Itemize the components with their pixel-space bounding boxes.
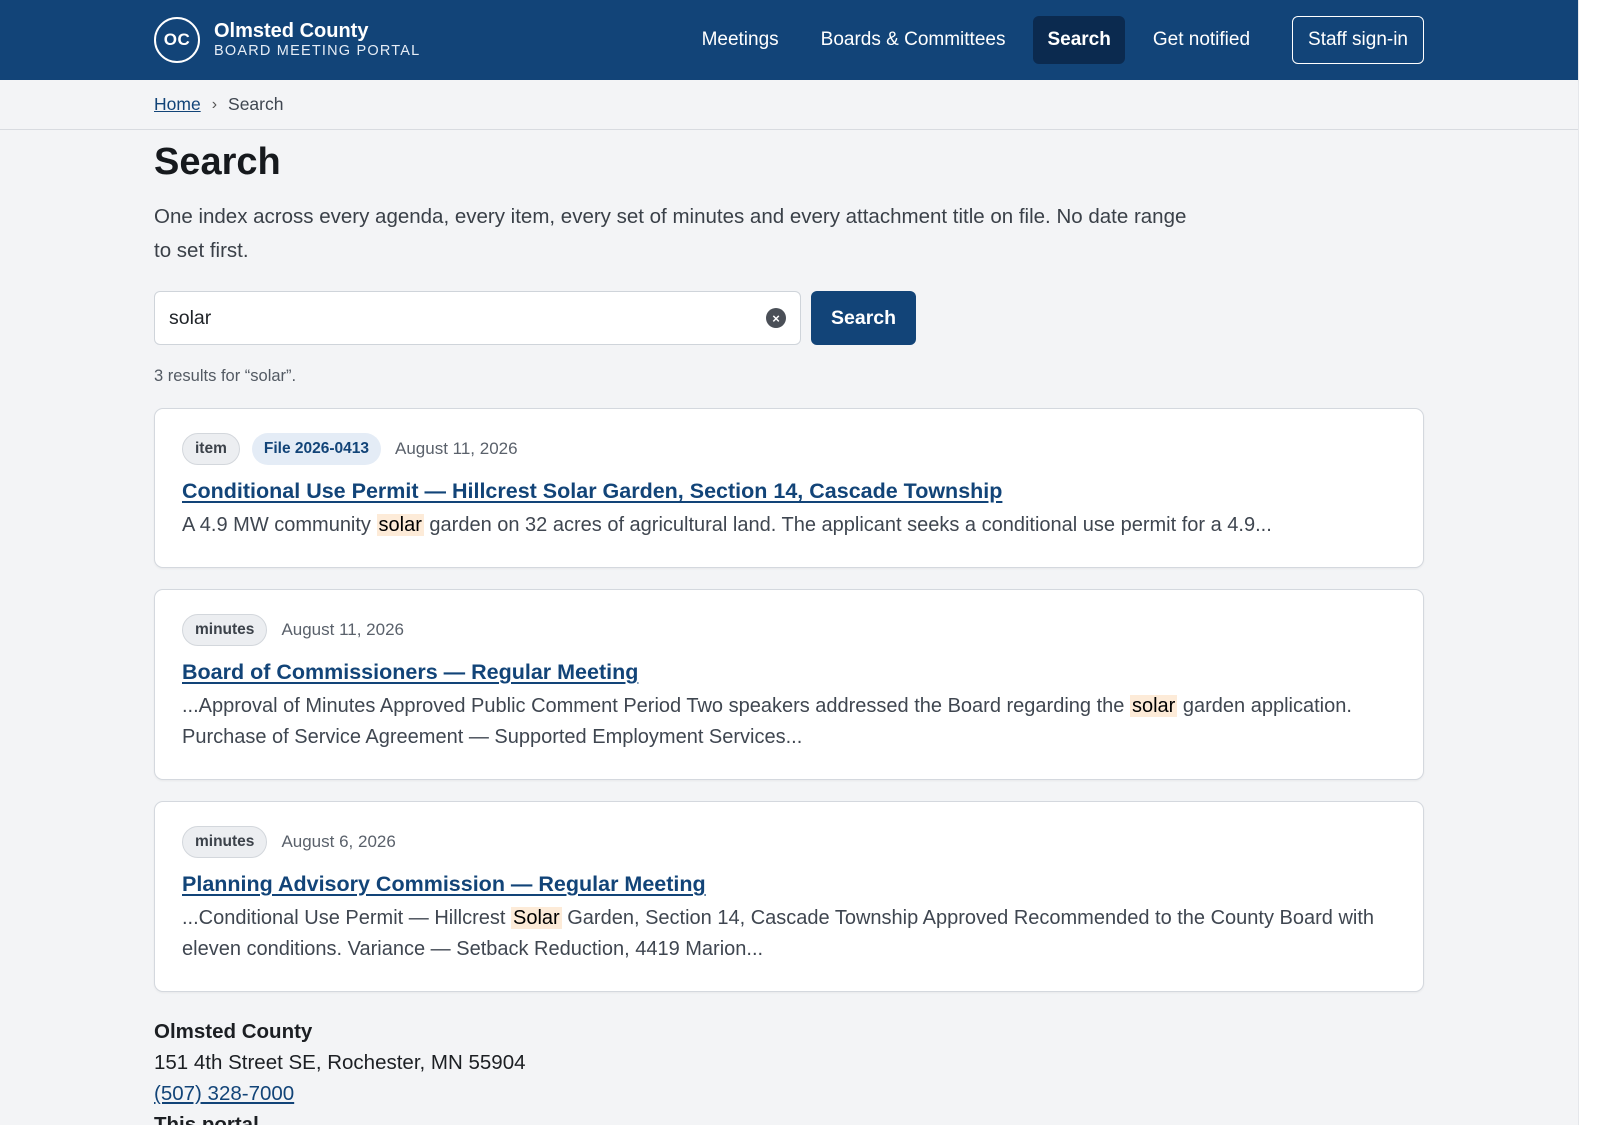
result-card: minutes August 11, 2026 Board of Commiss…	[154, 589, 1424, 780]
breadcrumb-separator-icon: ›	[211, 95, 218, 113]
snippet-text: A 4.9 MW community	[182, 514, 377, 536]
brand-text: Olmsted County BOARD MEETING PORTAL	[214, 20, 420, 60]
result-date: August 11, 2026	[281, 620, 404, 639]
footer-address: 151 4th Street SE, Rochester, MN 55904	[154, 1051, 526, 1074]
result-type-badge: minutes	[182, 826, 268, 858]
result-snippet: ...Approval of Minutes Approved Public C…	[182, 691, 1396, 753]
footer-phone-link[interactable]: (507) 328-7000	[154, 1082, 294, 1105]
snippet-text: ...Approval of Minutes Approved Public C…	[182, 695, 1130, 717]
result-snippet: ...Conditional Use Permit — Hillcrest So…	[182, 903, 1396, 965]
result-count: 3 results for “solar”.	[154, 367, 297, 385]
scrollbar[interactable]	[1578, 0, 1600, 1125]
brand-name: Olmsted County	[214, 20, 369, 42]
search-box: ×	[154, 291, 801, 345]
page-intro: One index across every agenda, every ite…	[154, 205, 1187, 262]
results-list: item File 2026-0413 August 11, 2026 Cond…	[154, 408, 1424, 992]
file-number-badge: File 2026-0413	[251, 433, 382, 465]
staff-sign-in-button[interactable]: Staff sign-in	[1292, 16, 1424, 64]
match-highlight: solar	[1129, 695, 1178, 717]
breadcrumb-bar: Home › Search	[0, 80, 1578, 130]
search-form: × Search	[154, 291, 1424, 345]
result-card: minutes August 6, 2026 Planning Advisory…	[154, 801, 1424, 992]
snippet-text: ...Conditional Use Permit — Hillcrest	[182, 907, 511, 929]
result-title-link[interactable]: Conditional Use Permit — Hillcrest Solar…	[182, 479, 1002, 504]
result-title-link[interactable]: Planning Advisory Commission — Regular M…	[182, 872, 706, 897]
result-meta: minutes August 11, 2026	[182, 614, 1396, 646]
top-header: OC Olmsted County BOARD MEETING PORTAL M…	[0, 0, 1578, 80]
snippet-text: garden on 32 acres of agricultural land.…	[423, 514, 1272, 536]
page: OC Olmsted County BOARD MEETING PORTAL M…	[0, 0, 1578, 1125]
footer-county-name: Olmsted County	[154, 1020, 313, 1043]
breadcrumb-current: Search	[228, 94, 284, 114]
result-date: August 6, 2026	[281, 832, 396, 851]
match-highlight: Solar	[510, 907, 562, 929]
nav-search[interactable]: Search	[1033, 16, 1125, 64]
result-meta: item File 2026-0413 August 11, 2026	[182, 433, 1396, 465]
search-input[interactable]	[169, 306, 729, 330]
nav-get-notified[interactable]: Get notified	[1139, 16, 1264, 64]
nav-meetings[interactable]: Meetings	[688, 16, 793, 64]
county-logo-icon: OC	[154, 17, 200, 63]
breadcrumb-home-link[interactable]: Home	[154, 94, 201, 115]
brand-home-link[interactable]: OC Olmsted County BOARD MEETING PORTAL	[154, 17, 420, 63]
footer-portal-heading: This portal	[154, 1113, 259, 1125]
result-snippet: A 4.9 MW community solar garden on 32 ac…	[182, 510, 1396, 541]
result-meta: minutes August 6, 2026	[182, 826, 1396, 858]
result-date: August 11, 2026	[395, 439, 518, 458]
result-type-badge: minutes	[182, 614, 268, 646]
header-inner: OC Olmsted County BOARD MEETING PORTAL M…	[154, 16, 1424, 64]
search-button[interactable]: Search	[811, 291, 917, 345]
main-nav: Meetings Boards & Committees Search Get …	[688, 16, 1424, 64]
result-title-link[interactable]: Board of Commissioners — Regular Meeting	[182, 660, 638, 685]
result-type-badge: item	[182, 433, 240, 465]
page-title: Search	[154, 141, 281, 183]
nav-boards-committees[interactable]: Boards & Committees	[807, 16, 1020, 64]
match-highlight: solar	[376, 514, 424, 536]
main-content: Search One index across every agenda, ev…	[154, 140, 1424, 1125]
site-footer: Olmsted County 151 4th Street SE, Roches…	[154, 1016, 1424, 1125]
result-card: item File 2026-0413 August 11, 2026 Cond…	[154, 408, 1424, 568]
brand-subtitle: BOARD MEETING PORTAL	[214, 43, 421, 59]
clear-search-icon[interactable]: ×	[766, 308, 786, 328]
breadcrumb: Home › Search	[154, 94, 283, 115]
